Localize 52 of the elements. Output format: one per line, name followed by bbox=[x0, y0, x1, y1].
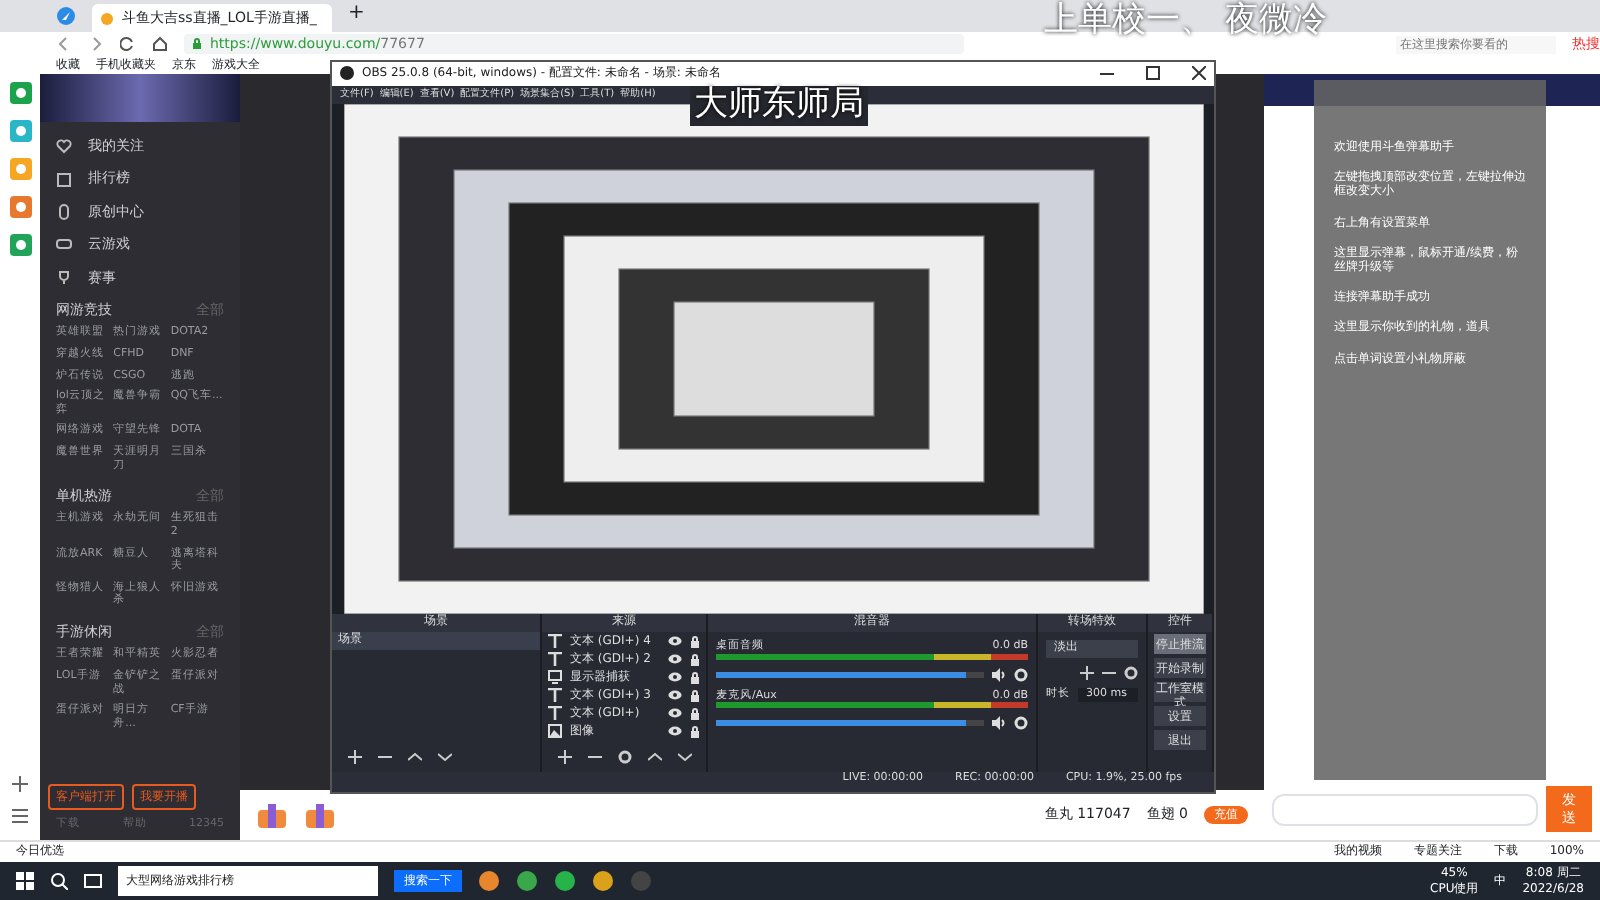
settings-icon[interactable] bbox=[1014, 667, 1028, 682]
overlay-caption: 大师东师局 bbox=[690, 86, 868, 126]
gift-icon[interactable] bbox=[256, 801, 288, 829]
settings-icon[interactable] bbox=[618, 750, 632, 765]
image-icon bbox=[548, 724, 562, 739]
volume-slider[interactable] bbox=[716, 720, 966, 727]
chat-input[interactable] bbox=[1272, 793, 1538, 826]
app-icon[interactable] bbox=[516, 870, 538, 892]
mouse-icon bbox=[56, 203, 72, 220]
app-icon[interactable] bbox=[592, 870, 614, 892]
volume-slider[interactable] bbox=[716, 671, 966, 678]
text-icon bbox=[548, 706, 562, 721]
add-icon[interactable] bbox=[12, 776, 28, 792]
new-tab-button[interactable]: + bbox=[348, 0, 365, 28]
monitor-icon bbox=[548, 670, 562, 685]
lock-icon[interactable] bbox=[690, 689, 700, 702]
speaker-icon[interactable] bbox=[992, 667, 1006, 682]
windows-start-icon[interactable] bbox=[16, 872, 34, 890]
search-icon[interactable] bbox=[50, 872, 68, 890]
task-view-icon[interactable] bbox=[84, 872, 102, 890]
maximize-icon[interactable] bbox=[1146, 66, 1160, 81]
gift-icon[interactable] bbox=[304, 801, 336, 829]
home-icon[interactable] bbox=[152, 36, 168, 52]
lock-icon[interactable] bbox=[690, 671, 700, 684]
trophy-icon bbox=[56, 269, 72, 286]
move-up-icon[interactable] bbox=[648, 750, 662, 765]
move-down-icon[interactable] bbox=[678, 750, 692, 765]
gamepad-icon bbox=[56, 236, 72, 253]
lock-icon[interactable] bbox=[690, 635, 700, 648]
speaker-icon[interactable] bbox=[992, 716, 1006, 731]
move-up-icon[interactable] bbox=[408, 750, 422, 765]
close-icon[interactable] bbox=[1192, 66, 1206, 81]
settings-icon[interactable] bbox=[1124, 666, 1138, 681]
reload-icon[interactable] bbox=[120, 36, 136, 52]
text-icon bbox=[548, 634, 562, 649]
lock-icon bbox=[192, 38, 202, 50]
forward-icon[interactable] bbox=[88, 36, 104, 52]
lock-icon[interactable] bbox=[690, 653, 700, 666]
rank-icon bbox=[56, 171, 72, 188]
back-icon[interactable] bbox=[56, 36, 72, 52]
text-icon bbox=[548, 652, 562, 667]
lock-icon[interactable] bbox=[690, 725, 700, 738]
lock-icon[interactable] bbox=[690, 707, 700, 720]
move-down-icon[interactable] bbox=[438, 750, 452, 765]
app-icon[interactable] bbox=[478, 870, 500, 892]
settings-icon[interactable] bbox=[1014, 716, 1028, 731]
heart-icon bbox=[56, 138, 72, 155]
text-icon bbox=[548, 688, 562, 703]
app-icon[interactable] bbox=[9, 82, 31, 104]
site-icon bbox=[100, 11, 114, 25]
menu-icon[interactable] bbox=[12, 808, 28, 824]
browser-logo-icon[interactable] bbox=[56, 6, 76, 26]
